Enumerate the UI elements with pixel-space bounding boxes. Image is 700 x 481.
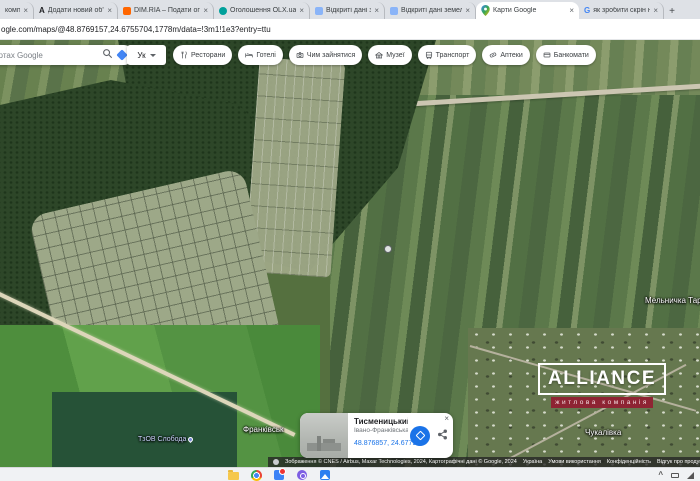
restaurant-icon — [180, 51, 188, 59]
browser-tab-1[interactable]: комп... × — [0, 2, 34, 19]
viber-icon[interactable] — [297, 470, 308, 481]
taskbar: ^ — [0, 467, 700, 481]
mail-icon[interactable] — [274, 470, 285, 481]
browser-tab-4[interactable]: Оголошення OLX.ua: сер... × — [214, 2, 310, 19]
map-label-village: Чукалівка — [585, 428, 621, 437]
browser-tab-6[interactable]: Відкриті дані земельно... × — [385, 2, 476, 19]
share-icon[interactable] — [437, 427, 448, 445]
battery-icon[interactable] — [671, 473, 679, 478]
attribution-link-privacy[interactable]: Конфіденційність — [607, 459, 651, 465]
tab-close-icon[interactable]: × — [107, 7, 112, 15]
place-subtitle: Івано-Франківська обл... — [354, 427, 408, 434]
atm-icon — [543, 51, 551, 59]
tab-title: Оголошення OLX.ua: сер... — [230, 7, 296, 14]
chip-atms[interactable]: Банкомати — [536, 45, 596, 65]
browser-toolbar: ogle.com/maps/@48.8769157,24.6755704,177… — [0, 19, 700, 40]
maps-search-box[interactable]: Пошук на Картах Google — [0, 45, 134, 65]
google-g-favicon: G — [584, 6, 590, 15]
attribution-link-feedback[interactable]: Відгук про продукт — [657, 459, 700, 465]
browser-tab-3[interactable]: DIM.RIA – Подати огол... × — [118, 2, 214, 19]
map-label-business[interactable]: ТзОВ Слобода — [138, 436, 193, 443]
map-label-village: Мельничка Тар — [645, 296, 700, 305]
tab-close-icon[interactable]: × — [653, 7, 658, 15]
directions-diamond-icon — [415, 431, 425, 441]
browser-tab-2[interactable]: А Додати новий об'єкт - ... × — [34, 2, 118, 19]
tab-title: Відкриті дані земельно... — [326, 7, 371, 14]
tab-close-icon[interactable]: × — [299, 7, 304, 15]
attribution-link-country[interactable]: Україна — [523, 459, 542, 465]
chip-transport[interactable]: Транспорт — [418, 45, 477, 65]
activities-icon — [296, 51, 304, 59]
watermark-title: ALLIANCE — [543, 369, 661, 388]
google-maps-pin-icon — [481, 5, 490, 16]
tab-close-icon[interactable]: × — [569, 7, 574, 15]
chip-activities[interactable]: Чим зайнятися — [289, 45, 362, 65]
tab-title: комп... — [5, 7, 20, 14]
browser-tab-5[interactable]: Відкриті дані земельно... × — [310, 2, 385, 19]
directions-button[interactable] — [410, 426, 430, 446]
chrome-icon[interactable] — [251, 470, 262, 481]
desktop-screen: комп... × А Додати новий об'єкт - ... × … — [0, 0, 700, 481]
url-bar[interactable]: ogle.com/maps/@48.8769157,24.6755704,177… — [0, 25, 271, 34]
tab-title: як зробити скрін на ноу... — [593, 7, 650, 14]
map-canvas[interactable]: Чукалівка Мельничка Тар Франківськ ТзОВ … — [0, 40, 700, 467]
new-tab-button[interactable]: + — [664, 3, 680, 19]
directions-icon[interactable] — [116, 49, 127, 60]
museum-icon — [375, 51, 383, 59]
chevron-down-icon — [150, 54, 156, 57]
olx-favicon — [219, 7, 227, 15]
chip-restaurants[interactable]: Ресторани — [173, 45, 232, 65]
map-dark-field — [52, 392, 237, 467]
close-icon[interactable]: × — [444, 415, 449, 423]
pharmacy-icon — [489, 51, 497, 59]
watermark-subtitle: житлова компанія — [551, 397, 653, 408]
browser-tab-bar: комп... × А Додати новий об'єкт - ... × … — [0, 0, 700, 19]
tray-expand-icon[interactable]: ^ — [658, 471, 663, 479]
search-input[interactable]: Пошук на Картах Google — [0, 51, 97, 60]
data-favicon — [315, 7, 323, 15]
search-icon[interactable] — [102, 46, 113, 64]
photos-icon[interactable] — [320, 470, 331, 481]
place-coordinates[interactable]: 48.876857, 24.677995 — [354, 440, 408, 447]
tab-title: DIM.RIA – Подати огол... — [134, 7, 200, 14]
chip-hotels[interactable]: Готелі — [238, 45, 283, 65]
network-icon[interactable] — [687, 472, 694, 479]
tab-title: Додати новий об'єкт - ... — [48, 7, 105, 14]
place-title: Тисменицький рай... — [354, 417, 408, 426]
chip-museums[interactable]: Музеї — [368, 45, 411, 65]
category-chip-bar: Ресторани Готелі Чим зайнятися Музеї Тра… — [173, 45, 596, 65]
tab-title: Карти Google — [493, 7, 566, 14]
map-label-city: Франківськ — [243, 425, 284, 434]
tab-title: Відкриті дані земельно... — [401, 7, 462, 14]
transport-icon — [425, 51, 433, 59]
attribution-link-terms[interactable]: Умови використання — [548, 459, 601, 465]
language-selector[interactable]: Ук — [127, 45, 166, 65]
map-marker[interactable] — [384, 245, 392, 253]
poi-pin-icon — [187, 436, 194, 443]
alliance-watermark: ALLIANCE житлова компанія — [538, 363, 666, 408]
data-favicon — [390, 7, 398, 15]
place-info-card[interactable]: Тисменицький рай... Івано-Франківська об… — [300, 413, 453, 458]
hotel-icon — [245, 51, 253, 59]
map-attribution-bar: Зображення © CNES / Airbus, Maxar Techno… — [268, 457, 700, 467]
tab-close-icon[interactable]: × — [374, 7, 379, 15]
imagery-credit: Зображення © CNES / Airbus, Maxar Techno… — [285, 459, 517, 465]
imagery-icon — [273, 459, 279, 465]
letter-a-favicon: А — [39, 6, 45, 15]
place-thumbnail[interactable] — [300, 413, 348, 458]
browser-tab-maps-active[interactable]: Карти Google × — [476, 2, 579, 19]
file-explorer-icon[interactable] — [228, 470, 239, 481]
tab-close-icon[interactable]: × — [23, 7, 28, 15]
tab-close-icon[interactable]: × — [465, 7, 470, 15]
chip-pharmacies[interactable]: Аптеки — [482, 45, 529, 65]
tab-close-icon[interactable]: × — [203, 7, 208, 15]
browser-tab-8[interactable]: G як зробити скрін на ноу... × — [579, 2, 664, 19]
dimria-favicon — [123, 7, 131, 15]
